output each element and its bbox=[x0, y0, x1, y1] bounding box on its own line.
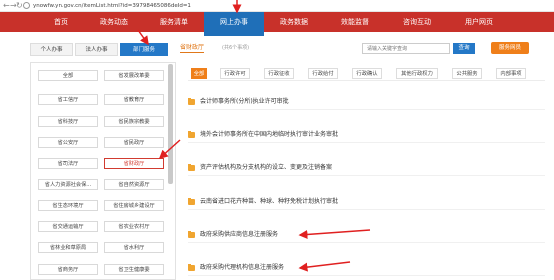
arrow-to-finance-dept bbox=[158, 139, 181, 160]
arrow-to-department-tab bbox=[137, 29, 149, 46]
annotation-arrows bbox=[137, 0, 371, 272]
arrow-to-supplier-registration bbox=[298, 229, 371, 239]
arrow-to-agency-registration bbox=[298, 261, 351, 272]
